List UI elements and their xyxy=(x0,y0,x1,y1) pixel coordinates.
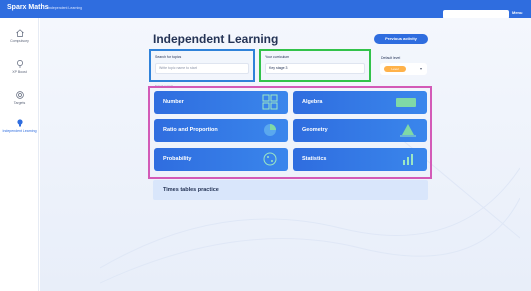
times-tables-label: Times tables practice xyxy=(163,187,219,193)
times-tables-card[interactable]: Times tables practice xyxy=(153,180,428,200)
brand-logo[interactable]: Sparx Maths xyxy=(7,4,49,11)
highlight-topics xyxy=(148,86,432,179)
sidebar-item-compulsory[interactable]: Compulsory xyxy=(0,28,39,43)
sidebar-item-label: Targets xyxy=(13,101,26,105)
breadcrumb: Independent Learning xyxy=(48,6,83,10)
page-title: Independent Learning xyxy=(153,32,279,46)
highlight-curriculum xyxy=(259,49,371,82)
level-badge: Level xyxy=(384,66,406,72)
chevron-down-icon: ▾ xyxy=(420,66,423,71)
level-label: Default level xyxy=(381,56,401,60)
highlight-search xyxy=(149,49,255,82)
sidebar-item-independent-learning[interactable]: Independent Learning xyxy=(0,118,39,133)
previous-activity-button[interactable]: Previous activity xyxy=(374,34,428,44)
sidebar-item-targets[interactable]: Targets xyxy=(0,90,39,105)
sidebar-item-label: Compulsory xyxy=(10,39,29,43)
top-bar: Sparx Maths Independent Learning Menu xyxy=(0,0,531,19)
target-icon xyxy=(15,91,24,99)
lightbulb-icon xyxy=(16,119,23,127)
sidebar: Compulsory XP Boost Targets Independent … xyxy=(0,18,39,291)
bolt-icon xyxy=(16,60,23,68)
home-icon xyxy=(15,29,24,37)
sidebar-item-label: Independent Learning xyxy=(2,129,37,133)
app-window: Sparx Maths Independent Learning Menu Co… xyxy=(0,0,531,291)
menu-button[interactable]: Menu xyxy=(512,10,522,15)
sidebar-item-xp-boost[interactable]: XP Boost xyxy=(0,59,39,74)
sidebar-item-label: XP Boost xyxy=(12,70,27,74)
